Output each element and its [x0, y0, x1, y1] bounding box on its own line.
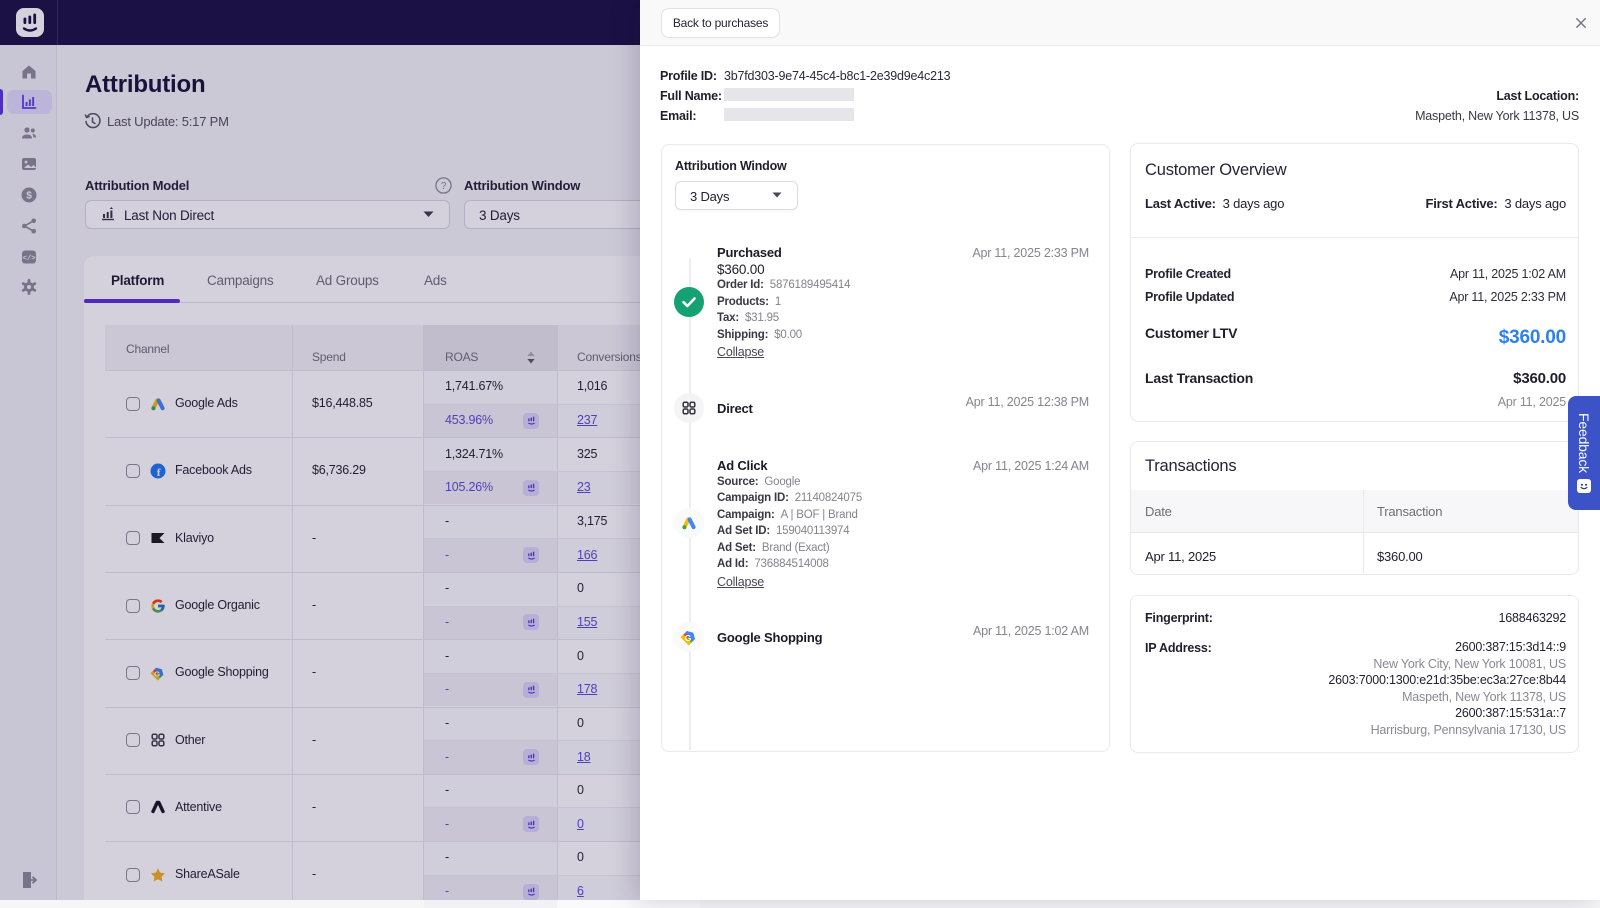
svg-text:G: G	[685, 633, 692, 643]
